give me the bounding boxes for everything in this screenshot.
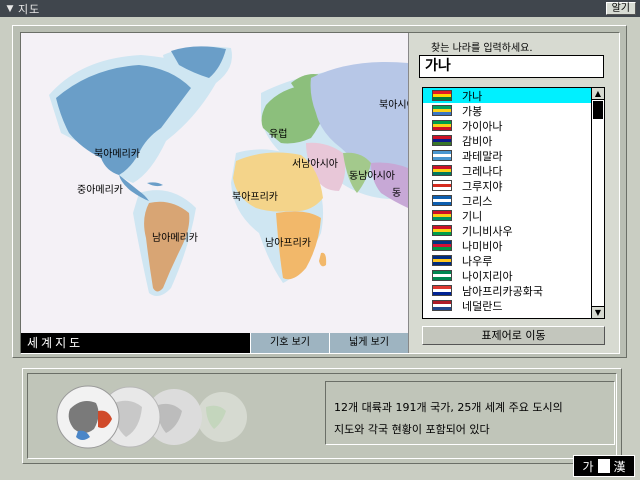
flag-icon [432, 135, 452, 146]
info-panel: 12개 대륙과 191개 국가, 25개 세계 주요 도시의 지도와 각국 현황… [22, 368, 622, 464]
list-item[interactable]: 기니비사우 [423, 223, 592, 238]
flag-icon [432, 120, 452, 131]
description-line-2: 지도와 각국 현황이 포함되어 있다 [334, 423, 490, 436]
menu-arrow-icon[interactable]: ▼ [3, 0, 17, 17]
list-item[interactable]: 그루지야 [423, 178, 592, 193]
list-item[interactable]: 그리스 [423, 193, 592, 208]
country-name: 가나 [462, 89, 483, 103]
map-title: 세계지도 [21, 333, 250, 353]
tab-wide-view[interactable]: 넓게 보기 [329, 333, 408, 353]
label-east-asia: 동 [392, 188, 402, 199]
description-line-1: 12개 대륙과 191개 국가, 25개 세계 주요 도시의 [334, 401, 563, 414]
map-toolbar: 세계지도 기호 보기 넓게 보기 [21, 333, 408, 353]
list-item[interactable]: 가나 [423, 88, 592, 103]
globe-icons [56, 385, 247, 449]
flag-icon [432, 210, 452, 221]
goto-entry-button[interactable]: 표제어로 이동 [422, 326, 605, 345]
search-prompt: 찾는 나라를 입력하세요. [431, 43, 533, 54]
label-south-america: 남아메리카 [152, 233, 198, 244]
help-button[interactable]: 알기 [605, 2, 636, 15]
label-central-america: 중아메리카 [77, 185, 123, 196]
main-panel: 북아메리카 중아메리카 남아메리카 유럽 북아시아 서남아시아 동남아시아 동 … [12, 25, 627, 358]
flag-icon [432, 105, 452, 116]
label-europe: 유럽 [269, 129, 288, 140]
list-item[interactable]: 감비아 [423, 133, 592, 148]
country-name: 네덜란드 [462, 299, 503, 313]
language-toggle-button[interactable]: 가 漢 [573, 455, 635, 477]
list-item[interactable]: 기니 [423, 208, 592, 223]
country-search-panel: 찾는 나라를 입력하세요. 가나 가나 가봉 가이아나 감비아 과테말라 그레나다 그루지야… [408, 33, 619, 353]
flag-icon [432, 285, 452, 296]
hanja-label: 漢 [613, 459, 626, 474]
list-item[interactable]: 가이아나 [423, 118, 592, 133]
country-name: 가이아나 [462, 119, 503, 133]
list-item[interactable]: 가봉 [423, 103, 592, 118]
label-south-africa: 남아프리카 [265, 238, 311, 249]
country-name: 남아프리카공화국 [462, 284, 543, 298]
scroll-up-icon[interactable]: ▲ [592, 88, 604, 100]
country-name: 감비아 [462, 134, 493, 148]
toggle-indicator-icon [597, 459, 610, 473]
country-name: 나우루 [462, 254, 493, 268]
flag-icon [432, 150, 452, 161]
list-item[interactable]: 네덜란드 [423, 298, 592, 313]
main-inner: 북아메리카 중아메리카 남아메리카 유럽 북아시아 서남아시아 동남아시아 동 … [20, 32, 620, 354]
country-name: 가봉 [462, 104, 483, 118]
list-item[interactable]: 그레나다 [423, 163, 592, 178]
flag-icon [432, 180, 452, 191]
country-name: 그레나다 [462, 164, 503, 178]
flag-icon [432, 195, 452, 206]
country-list[interactable]: 가나 가봉 가이아나 감비아 과테말라 그레나다 그루지야 그리스 기니 기니비사우 나미비아 나우루… [422, 87, 605, 319]
list-item[interactable]: 나이지리아 [423, 268, 592, 283]
hangul-label: 가 [582, 459, 594, 474]
flag-icon [432, 270, 452, 281]
country-name: 기니비사우 [462, 224, 513, 238]
label-north-asia: 북아시아 [379, 100, 408, 111]
scroll-down-icon[interactable]: ▼ [592, 306, 604, 318]
country-name: 과테말라 [462, 149, 503, 163]
flag-icon [432, 165, 452, 176]
flag-icon [432, 90, 452, 101]
country-name: 기니 [462, 209, 483, 223]
country-name: 나이지리아 [462, 269, 513, 283]
label-southeast-asia: 동남아시아 [349, 171, 395, 182]
list-item[interactable]: 과테말라 [423, 148, 592, 163]
label-southwest-asia: 서남아시아 [292, 159, 338, 170]
description-box: 12개 대륙과 191개 국가, 25개 세계 주요 도시의 지도와 각국 현황… [325, 381, 615, 445]
flag-icon [432, 255, 452, 266]
label-north-america: 북아메리카 [94, 149, 140, 160]
list-item[interactable]: 남아프리카공화국 [423, 283, 592, 298]
list-item[interactable]: 나미비아 [423, 238, 592, 253]
info-inner: 12개 대륙과 191개 국가, 25개 세계 주요 도시의 지도와 각국 현황… [27, 373, 617, 459]
country-name: 그루지야 [462, 179, 503, 193]
country-name: 나미비아 [462, 239, 503, 253]
tab-symbols[interactable]: 기호 보기 [250, 333, 329, 353]
world-map[interactable]: 북아메리카 중아메리카 남아메리카 유럽 북아시아 서남아시아 동남아시아 동 … [21, 33, 408, 333]
label-north-africa: 북아프리카 [232, 192, 278, 203]
list-scrollbar[interactable]: ▲ ▼ [591, 88, 604, 318]
flag-icon [432, 225, 452, 236]
country-name: 그리스 [462, 194, 493, 208]
search-input[interactable]: 가나 [419, 55, 604, 78]
scroll-thumb[interactable] [593, 101, 603, 119]
window-title: 지도 [18, 2, 41, 16]
title-bar: ▼ 지도 알기 [0, 0, 640, 17]
list-item[interactable]: 나우루 [423, 253, 592, 268]
flag-icon [432, 300, 452, 311]
flag-icon [432, 240, 452, 251]
